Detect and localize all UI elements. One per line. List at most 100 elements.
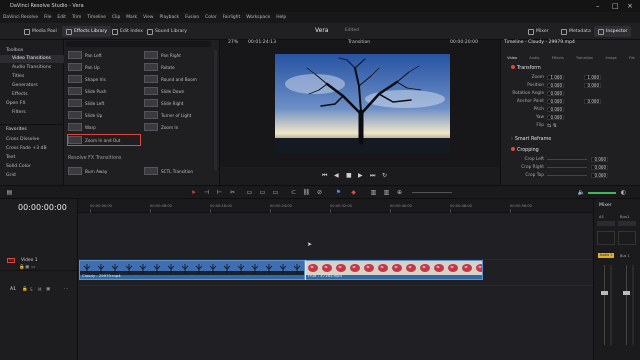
eq-box[interactable]: [618, 231, 636, 245]
tab-video[interactable]: Video: [507, 56, 517, 60]
menu-item[interactable]: Help: [276, 15, 286, 20]
zoom-detail-icon[interactable]: ▥: [383, 189, 390, 196]
tab-transition[interactable]: Transition: [576, 56, 593, 60]
menu-item[interactable]: Edit: [57, 15, 66, 20]
tree-item-video-transitions[interactable]: Video Transitions: [0, 55, 64, 63]
tree-item-filters[interactable]: Filters: [0, 109, 64, 117]
sound-library-button[interactable]: Sound Library: [143, 26, 191, 37]
viewer-frame[interactable]: [275, 54, 450, 153]
menu-item[interactable]: Mark: [126, 15, 137, 20]
tree-item-open-fx[interactable]: Open FX: [0, 100, 64, 108]
favorite-item[interactable]: Solid Color: [0, 163, 64, 171]
slider-track[interactable]: [547, 159, 587, 161]
transition-item[interactable]: Slide Up: [68, 110, 136, 120]
more-options-icon[interactable]: ⋯: [64, 287, 69, 292]
flag-icon[interactable]: ⚑: [335, 189, 342, 196]
v1-badge[interactable]: V1: [7, 258, 15, 263]
transition-item[interactable]: Turner of Light: [144, 110, 212, 120]
transition-item[interactable]: Slide Push: [68, 86, 136, 96]
transition-item-selected[interactable]: Zoom In and Out: [67, 134, 141, 146]
mute-icon[interactable]: M: [38, 287, 41, 292]
transition-item[interactable]: Pan Left: [68, 50, 136, 60]
edit-point[interactable]: [305, 260, 306, 280]
close-icon[interactable]: ×: [627, 2, 633, 10]
tree-item-effects[interactable]: Effects: [0, 91, 64, 99]
eq-box[interactable]: [597, 231, 615, 245]
transform-section[interactable]: Transform: [501, 64, 640, 72]
skip-back-icon[interactable]: ⏮: [322, 172, 327, 180]
skip-forward-icon[interactable]: ⏭: [370, 172, 375, 180]
toolbox-header[interactable]: Toolbox: [0, 47, 64, 55]
menu-item[interactable]: Playback: [160, 15, 180, 20]
viewer-zoom[interactable]: 27%: [228, 40, 238, 45]
layout-icon[interactable]: ▤: [6, 189, 13, 196]
transition-item[interactable]: Rotate: [144, 62, 212, 72]
transition-item[interactable]: Pan Up: [68, 62, 136, 72]
speaker-icon[interactable]: 🔈: [578, 189, 585, 196]
menu-item[interactable]: Timeline: [87, 15, 106, 20]
menu-item[interactable]: Fairlight: [223, 15, 241, 20]
video-track-name[interactable]: Video 1: [21, 258, 38, 263]
disable-track-icon[interactable]: ▭: [31, 265, 35, 270]
favorite-item[interactable]: Grid: [0, 172, 64, 180]
snapping-icon[interactable]: ⊂: [290, 189, 297, 196]
transition-item[interactable]: Warp: [68, 122, 136, 132]
solo-icon[interactable]: S: [30, 287, 33, 292]
video-clip-cloudy[interactable]: Cloudy - 29979.mp4: [79, 260, 305, 280]
loop-icon[interactable]: ↻: [382, 172, 387, 179]
inspector-button[interactable]: Inspector: [594, 26, 632, 37]
enable-toggle-icon[interactable]: [511, 64, 515, 69]
fader-track[interactable]: [626, 265, 627, 345]
transition-item[interactable]: Pan Right: [144, 50, 212, 60]
enable-toggle-icon[interactable]: [511, 146, 515, 151]
play-icon[interactable]: ▶: [358, 172, 363, 179]
favorite-item[interactable]: Cross Dissolve: [0, 136, 64, 144]
slider-track[interactable]: [547, 175, 587, 177]
fader-track[interactable]: [604, 265, 605, 345]
input-selector[interactable]: [618, 221, 636, 226]
input-selector[interactable]: [597, 221, 615, 226]
transition-item[interactable]: Slide Down: [144, 86, 212, 96]
menu-item[interactable]: Fusion: [185, 15, 199, 20]
fader-handle[interactable]: [601, 291, 608, 295]
fader-handle[interactable]: [623, 291, 630, 295]
zoom-full-icon[interactable]: ▥: [370, 189, 377, 196]
trim-tool-icon[interactable]: ⊣: [203, 189, 210, 196]
menu-item[interactable]: View: [143, 15, 153, 20]
effects-scrollbar[interactable]: [214, 50, 217, 170]
minimize-icon[interactable]: –: [596, 2, 600, 10]
lock-track-icon[interactable]: 🔒: [19, 265, 25, 270]
media-pool-button[interactable]: Media Pool: [20, 26, 61, 37]
menu-item[interactable]: DaVinci Resolve: [3, 15, 38, 20]
smart-reframe-section[interactable]: › Smart Reframe: [501, 136, 640, 144]
tab-file[interactable]: File: [629, 56, 635, 60]
slider-track[interactable]: [547, 167, 587, 169]
flip-buttons[interactable]: ⇆ ⇅: [547, 123, 557, 129]
tab-image[interactable]: Image: [605, 56, 616, 60]
effects-library-button[interactable]: Effects Library: [62, 26, 112, 37]
transition-item[interactable]: Burn Away: [68, 166, 136, 176]
transition-item[interactable]: Shape Iris: [68, 74, 136, 84]
mixer-button[interactable]: Mixer: [524, 26, 553, 37]
transition-item[interactable]: Zoom In: [144, 122, 212, 132]
favorite-item[interactable]: Cross Fade +3 dB: [0, 145, 64, 153]
stop-icon[interactable]: ■: [346, 172, 352, 179]
viewer-mode[interactable]: Transition: [348, 40, 370, 45]
play-reverse-icon[interactable]: ◀: [334, 172, 339, 179]
marker-icon[interactable]: ◆: [350, 189, 357, 196]
linked-selection-icon[interactable]: ⛓: [303, 189, 311, 196]
transition-item[interactable]: Slide Right: [144, 98, 212, 108]
overwrite-clip-icon[interactable]: ▭: [259, 189, 266, 196]
favorites-header[interactable]: Favorites: [0, 126, 64, 134]
menu-item[interactable]: Color: [205, 15, 216, 20]
cropping-section[interactable]: Cropping: [501, 146, 640, 154]
selection-tool-icon[interactable]: ➤: [190, 189, 197, 196]
replace-clip-icon[interactable]: ▭: [272, 189, 279, 196]
lock-track-icon[interactable]: 🔒: [22, 287, 28, 292]
video-clip-fruit[interactable]: Fruit - 47163.mp4: [305, 260, 483, 280]
audio-track-label[interactable]: A1: [10, 287, 16, 292]
maximize-icon[interactable]: □: [612, 2, 619, 10]
zoom-slider[interactable]: [412, 192, 452, 193]
favorite-item[interactable]: Text: [0, 154, 64, 162]
menu-item[interactable]: Trim: [72, 15, 81, 20]
